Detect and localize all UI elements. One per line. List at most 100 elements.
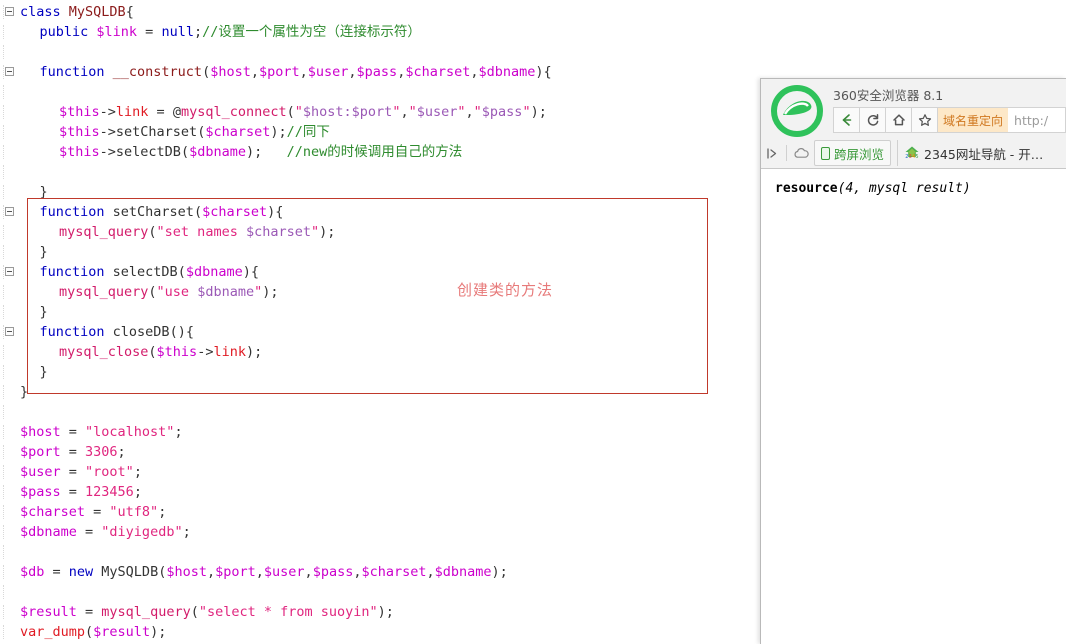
code-token: selectDB	[112, 264, 178, 280]
code-line[interactable]: }	[0, 382, 28, 402]
home-icon[interactable]	[885, 107, 911, 133]
indent-guide	[3, 545, 4, 559]
code-line[interactable]: public $link = null;//设置一个属性为空（连接标示符）	[0, 22, 421, 42]
code-token: $dbname	[185, 264, 243, 280]
indent-guide	[3, 425, 4, 439]
browser-navbar: 域名重定向 http:/	[833, 107, 1066, 133]
code-line[interactable]: mysql_query("set names $charset");	[0, 222, 335, 242]
url-input[interactable]: http:/	[1008, 113, 1048, 128]
code-token: 123456	[85, 484, 134, 500]
code-token: mysql_connect	[180, 104, 287, 120]
star-icon[interactable]	[911, 107, 937, 133]
code-token: }	[20, 384, 29, 400]
code-token: $result	[93, 624, 151, 640]
code-token: @	[172, 104, 181, 120]
code-line[interactable]: function closeDB(){	[0, 322, 194, 342]
code-token: (	[202, 64, 211, 80]
reload-icon[interactable]	[859, 107, 885, 133]
code-line[interactable]	[0, 582, 28, 602]
indent-guide	[3, 385, 4, 399]
browser-chrome: 360安全浏览器 8.1 域名重定向 http:/ 跨屏浏览 2 3 4 5 2…	[761, 79, 1066, 169]
code-line[interactable]: function selectDB($dbname){	[0, 262, 260, 282]
code-token: ,	[470, 64, 479, 80]
code-line[interactable]: $host = "localhost";	[0, 422, 183, 442]
code-token: );	[262, 284, 279, 300]
fold-toggle-icon[interactable]	[5, 267, 14, 276]
code-line[interactable]: }	[0, 302, 48, 322]
code-token: ,	[304, 564, 313, 580]
code-token: closeDB	[112, 324, 170, 340]
code-line[interactable]: $db = new MySQLDB($host,$port,$user,$pas…	[0, 562, 508, 582]
code-line[interactable]: var_dump($result);	[0, 622, 166, 642]
code-line[interactable]: mysql_close($this->link);	[0, 342, 262, 362]
code-line[interactable]	[0, 162, 28, 182]
arrow-left-icon[interactable]	[833, 107, 859, 133]
url-redirect-badge: 域名重定向	[938, 108, 1009, 132]
code-token: "diyigedb"	[101, 524, 183, 540]
code-token: (	[148, 344, 157, 360]
fold-toggle-icon[interactable]	[5, 327, 14, 336]
code-line[interactable]: $charset = "utf8";	[0, 502, 166, 522]
browser-tab-label: 2345网址导航 - 开…	[924, 146, 1044, 162]
code-line[interactable]: $this->link = @mysql_connect("$host:$por…	[0, 102, 547, 122]
code-token: //设置一个属性为空（连接标示符）	[202, 24, 421, 40]
code-line[interactable]	[0, 542, 28, 562]
code-line[interactable]: $this->setCharset($charset);//同下	[0, 122, 330, 142]
code-line[interactable]: }	[0, 242, 48, 262]
code-line[interactable]	[0, 402, 28, 422]
code-token: ;	[193, 24, 203, 40]
code-line[interactable]: function setCharset($charset){	[0, 202, 284, 222]
cloud-icon[interactable]	[790, 141, 812, 165]
indent-guide	[3, 565, 4, 579]
code-token: "	[457, 104, 466, 120]
code-line[interactable]: mysql_query("use $dbname");	[0, 282, 279, 302]
code-token: ->	[197, 344, 214, 360]
indent-guide	[3, 285, 4, 299]
code-token: var_dump	[20, 624, 86, 640]
url-bar[interactable]: 域名重定向 http:/	[937, 107, 1066, 133]
code-line[interactable]: $port = 3306;	[0, 442, 126, 462]
code-line[interactable]	[0, 42, 28, 62]
indent-guide	[3, 365, 4, 379]
code-token: null	[161, 24, 194, 40]
code-token: "use	[156, 284, 198, 300]
indent-guide	[3, 605, 4, 619]
code-token: "	[294, 104, 303, 120]
code-token: =	[76, 604, 102, 620]
code-token: link	[213, 344, 246, 360]
code-token: "	[473, 104, 482, 120]
code-line[interactable]: $this->selectDB($dbname); //new的时候调用自己的方…	[0, 142, 462, 162]
fold-toggle-icon[interactable]	[5, 67, 14, 76]
code-line[interactable]: $result = mysql_query("select * from suo…	[0, 602, 394, 622]
code-line[interactable]: class MySQLDB{	[0, 2, 134, 22]
cross-screen-browse-button[interactable]: 跨屏浏览	[814, 140, 892, 166]
code-token: new	[68, 564, 102, 580]
code-token: "localhost"	[85, 424, 175, 440]
code-line[interactable]: function __construct($host,$port,$user,$…	[0, 62, 552, 82]
code-token: $user	[20, 464, 61, 480]
code-line[interactable]: $pass = 123456;	[0, 482, 142, 502]
browser-window[interactable]: 360安全浏览器 8.1 域名重定向 http:/ 跨屏浏览 2 3 4 5 2…	[760, 78, 1066, 644]
code-token: ->	[99, 104, 116, 120]
code-token: $charset	[361, 564, 427, 580]
code-token: $pass	[312, 564, 354, 580]
code-token: $charset	[245, 224, 311, 240]
indent-guide	[3, 225, 4, 239]
code-token: $this	[59, 124, 100, 140]
code-token: (	[177, 264, 186, 280]
code-token: selectDB	[115, 144, 181, 160]
code-line[interactable]: }	[0, 182, 48, 202]
fold-toggle-icon[interactable]	[5, 207, 14, 216]
code-line[interactable]: $dbname = "diyigedb";	[0, 522, 191, 542]
code-token: );	[270, 124, 287, 140]
code-line[interactable]: $user = "root";	[0, 462, 142, 482]
browser-tab[interactable]: 2 3 4 5 2345网址导航 - 开…	[897, 140, 1049, 166]
code-line[interactable]	[0, 82, 28, 102]
code-token: (	[85, 624, 94, 640]
browser-title: 360安全浏览器 8.1	[833, 88, 944, 103]
fold-toggle-icon[interactable]	[5, 7, 14, 16]
code-token: }	[39, 304, 48, 320]
code-line[interactable]: }	[0, 362, 48, 382]
panel-expand-icon[interactable]	[761, 141, 783, 165]
